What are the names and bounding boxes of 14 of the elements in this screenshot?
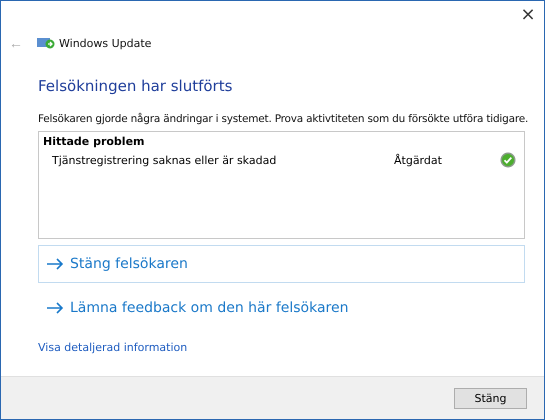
close-dialog-button[interactable]: Stäng bbox=[454, 388, 527, 409]
update-icon bbox=[37, 37, 55, 49]
arrow-icon bbox=[46, 302, 64, 314]
arrow-icon bbox=[46, 258, 64, 270]
description-text: Felsökaren gjorde några ändringar i systemet. Prova aktivtiteten som du försökte utföra tidigare. bbox=[38, 113, 525, 125]
page-heading: Felsökningen har slutförts bbox=[38, 77, 234, 95]
problems-header: Hittade problem bbox=[42, 134, 146, 148]
close-button[interactable]: × bbox=[512, 1, 544, 27]
problem-status: Åtgärdat bbox=[394, 154, 443, 166]
problem-name: Tjänstregistrering saknas eller är skadad bbox=[52, 154, 278, 166]
details-link[interactable]: Visa detaljerad information bbox=[38, 341, 525, 354]
action-link[interactable]: Lämna feedback om den här felsökaren bbox=[38, 289, 525, 327]
action-link[interactable]: Stäng felsökaren bbox=[38, 245, 525, 283]
window-title: Windows Update bbox=[59, 36, 152, 50]
